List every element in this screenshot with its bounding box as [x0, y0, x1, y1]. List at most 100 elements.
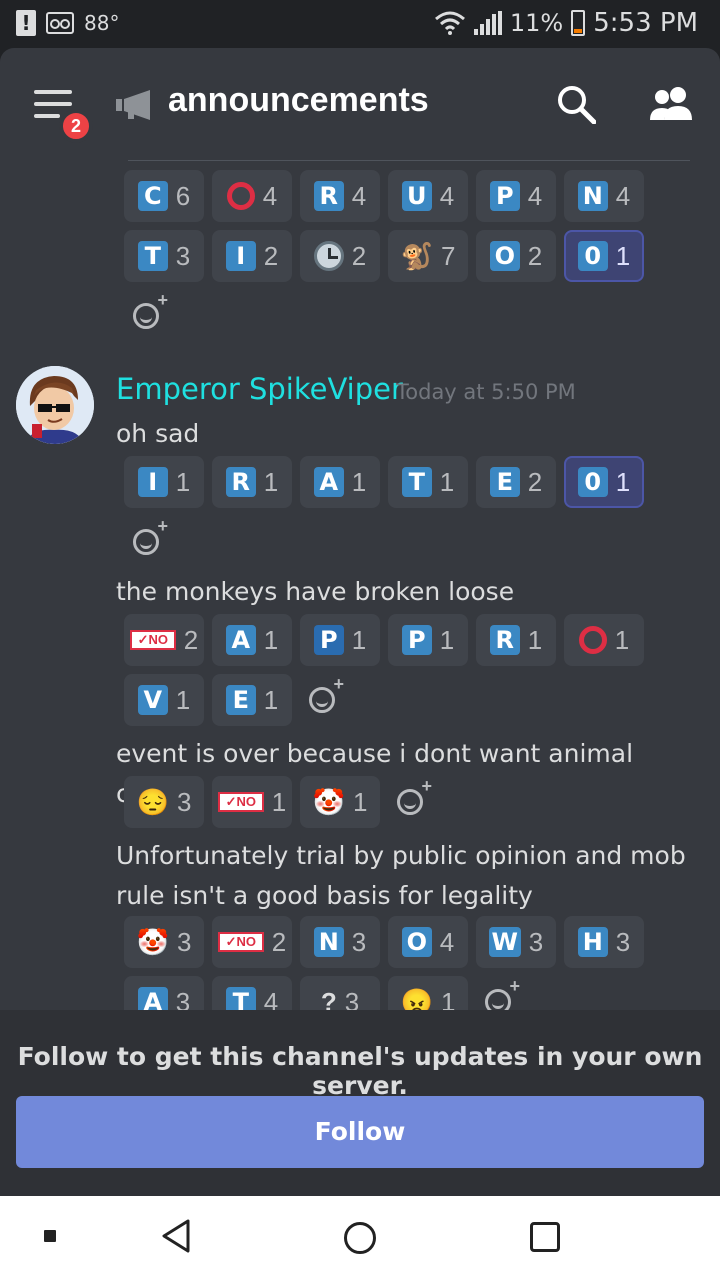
- reaction-regional-o[interactable]: O2: [476, 230, 556, 282]
- reaction-zero[interactable]: 01: [564, 230, 644, 282]
- reaction-regional-v[interactable]: V1: [124, 674, 204, 726]
- reaction-regional-a[interactable]: A3: [124, 976, 204, 1010]
- regional-letter-p-icon: P: [489, 181, 520, 211]
- reaction-clown[interactable]: 🤡 3: [124, 916, 204, 968]
- reaction-regional-a[interactable]: A1: [212, 614, 292, 666]
- add-reaction-icon: [133, 517, 168, 555]
- add-reaction-icon: [397, 777, 432, 815]
- red-circle-icon: [226, 182, 255, 210]
- regional-letter-t-icon: T: [401, 467, 432, 497]
- reaction-no-vote[interactable]: ✓NO 1: [212, 776, 292, 828]
- add-reaction-icon: [133, 291, 168, 329]
- add-reaction-button[interactable]: [388, 776, 432, 828]
- channel-title: announcements: [168, 81, 429, 119]
- reaction-regional-t[interactable]: T3: [124, 230, 204, 282]
- channel-header: 2 announcements: [0, 48, 720, 160]
- reaction-regional-t[interactable]: T4: [212, 976, 292, 1010]
- regional-letter-e-icon: E: [489, 467, 520, 497]
- reaction-clock[interactable]: 2: [300, 230, 380, 282]
- unread-badge: 2: [59, 109, 93, 143]
- reaction-regional-n[interactable]: N4: [564, 170, 644, 222]
- add-reaction-button[interactable]: [124, 290, 168, 342]
- back-icon[interactable]: [160, 1218, 192, 1254]
- regional-letter-c-icon: C: [137, 181, 168, 211]
- clown-face-icon: 🤡: [312, 787, 345, 817]
- reaction-red-ring[interactable]: 1: [564, 614, 644, 666]
- reaction-regional-h[interactable]: H3: [564, 916, 644, 968]
- clock-icon: [313, 241, 344, 271]
- regional-letter-p-icon: P: [401, 625, 432, 655]
- reaction-regional-a[interactable]: A1: [300, 456, 380, 508]
- red-circle-icon: [578, 626, 607, 654]
- reaction-regional-c[interactable]: C6: [124, 170, 204, 222]
- reaction-monkey[interactable]: 🐒 7: [388, 230, 468, 282]
- reaction-no-vote[interactable]: ✓NO 2: [212, 916, 292, 968]
- reaction-angry[interactable]: 😠 1: [388, 976, 468, 1010]
- reaction-regional-e[interactable]: E2: [476, 456, 556, 508]
- recent-apps-icon[interactable]: [530, 1222, 560, 1252]
- regional-letter-i-icon: I: [225, 241, 256, 271]
- reaction-regional-e[interactable]: E1: [212, 674, 292, 726]
- reaction-clown[interactable]: 🤡 1: [300, 776, 380, 828]
- voicemail-icon: [46, 12, 74, 34]
- reaction-regional-r[interactable]: R4: [300, 170, 380, 222]
- reaction-regional-n[interactable]: N3: [300, 916, 380, 968]
- add-reaction-button[interactable]: [124, 516, 168, 568]
- message-timestamp: Today at 5:50 PM: [396, 380, 576, 404]
- message-list[interactable]: C6 4 R4 U4 P4 N4 T3 I2 2 🐒 7 O2 01 + Emp…: [0, 160, 720, 1010]
- clown-face-icon: 🤡: [136, 927, 169, 957]
- regional-letter-u-icon: U: [401, 181, 432, 211]
- add-reaction-button[interactable]: [300, 674, 344, 726]
- reaction-regional-r[interactable]: R1: [476, 614, 556, 666]
- reaction-regional-p[interactable]: P4: [476, 170, 556, 222]
- announcement-channel-icon: [116, 90, 150, 120]
- reaction-regional-i[interactable]: I2: [212, 230, 292, 282]
- reaction-pensive[interactable]: 😔 3: [124, 776, 204, 828]
- regional-letter-r-icon: R: [489, 625, 520, 655]
- reaction-regional-t[interactable]: T1: [388, 456, 468, 508]
- reaction-group-previous: C6 4 R4 U4 P4 N4 T3 I2 2 🐒 7 O2 01: [124, 170, 664, 350]
- reaction-group-msg2: ✓NO 2 A1 P1 P1 R1 1 V1 E1: [124, 614, 664, 734]
- reaction-regional-o[interactable]: O4: [388, 916, 468, 968]
- reaction-zero[interactable]: 01: [564, 456, 644, 508]
- reaction-no-vote[interactable]: ✓NO 2: [124, 614, 204, 666]
- reaction-regional-w[interactable]: W3: [476, 916, 556, 968]
- no-vote-icon: ✓NO: [217, 792, 264, 812]
- reaction-regional-p[interactable]: P1: [388, 614, 468, 666]
- regional-letter-w-icon: W: [488, 927, 521, 957]
- regional-letter-v-icon: V: [137, 685, 168, 715]
- battery-icon: [571, 10, 586, 36]
- regional-letter-r-icon: R: [225, 467, 256, 497]
- avatar[interactable]: [16, 366, 94, 444]
- no-vote-icon: ✓NO: [217, 932, 264, 952]
- system-nav-bar: [0, 1196, 720, 1280]
- reaction-group-msg3: 😔 3 ✓NO 1 🤡 1: [124, 776, 664, 836]
- regional-letter-n-icon: N: [313, 927, 344, 957]
- temperature: 88°: [84, 11, 120, 35]
- reaction-regional-i[interactable]: I1: [124, 456, 204, 508]
- add-reaction-button[interactable]: [476, 976, 520, 1010]
- regional-letter-e-icon: E: [225, 685, 256, 715]
- battery-percent: 11%: [509, 9, 564, 37]
- home-icon[interactable]: [344, 1222, 376, 1254]
- question-mark-icon: ?: [320, 986, 337, 1011]
- reaction-regional-u[interactable]: U4: [388, 170, 468, 222]
- reaction-regional-r[interactable]: R1: [212, 456, 292, 508]
- reaction-parking-p[interactable]: P1: [300, 614, 380, 666]
- add-reaction-icon: [485, 977, 520, 1010]
- members-icon[interactable]: [648, 86, 696, 122]
- follow-prompt: Follow to get this channel's updates in …: [17, 1042, 703, 1100]
- discord-screen: ! 88° 11% 5:53 PM 2 announcements C 6 4 …: [0, 0, 720, 1280]
- reaction-question[interactable]: ? 3: [300, 976, 380, 1010]
- message-author[interactable]: Emperor SpikeViper: [116, 372, 403, 406]
- search-icon[interactable]: [556, 84, 596, 124]
- divider: [128, 160, 690, 161]
- add-reaction-icon: [309, 675, 344, 713]
- follow-button[interactable]: Follow: [16, 1096, 704, 1168]
- nav-dot-icon[interactable]: [44, 1230, 56, 1242]
- monkey-icon: 🐒: [400, 241, 433, 271]
- reaction-red-ring[interactable]: 4: [212, 170, 292, 222]
- digit-zero-icon: 0: [577, 467, 608, 497]
- regional-letter-t-icon: T: [225, 987, 256, 1010]
- pensive-face-icon: 😔: [136, 787, 169, 817]
